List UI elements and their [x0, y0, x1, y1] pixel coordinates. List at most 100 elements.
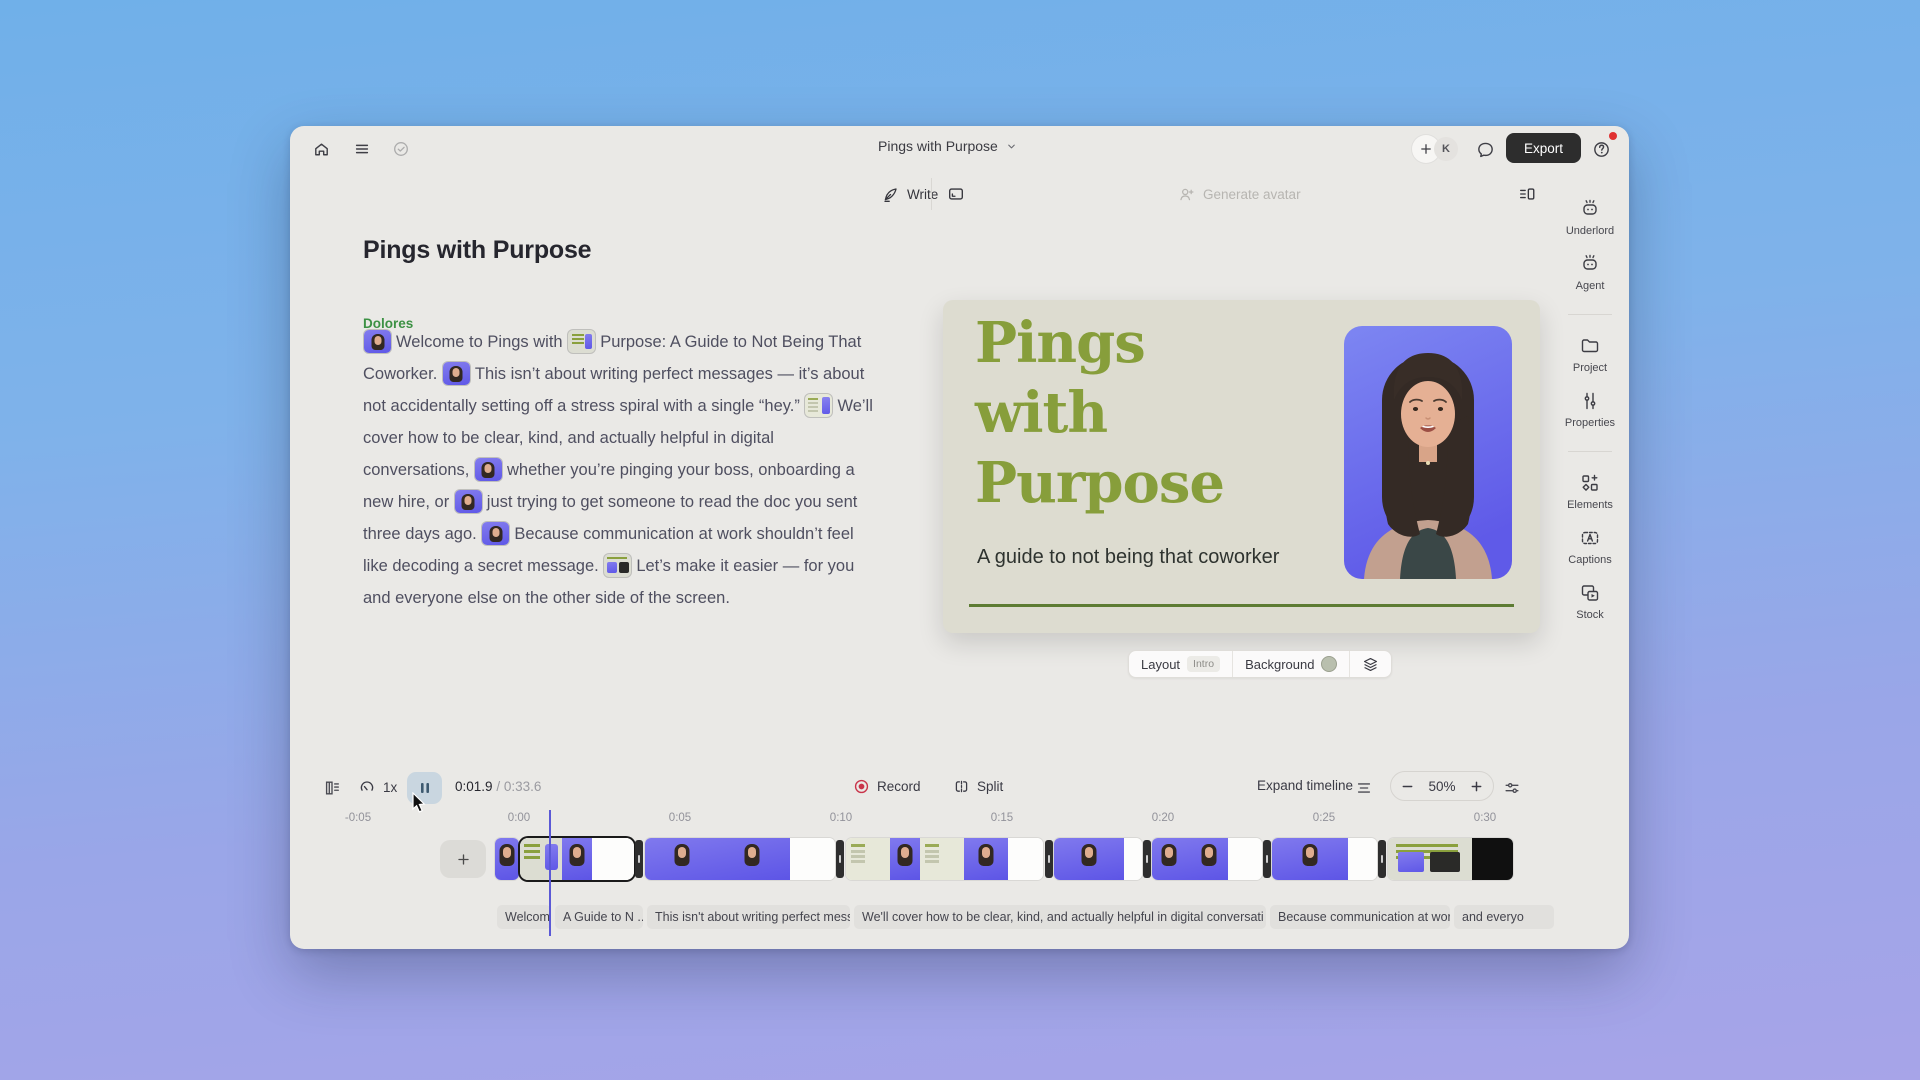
project-title: Pings with Purpose	[878, 138, 998, 154]
caption-chip[interactable]: and everyo	[1454, 905, 1554, 929]
sidebar-item-captions[interactable]: Captions	[1558, 527, 1622, 566]
sidebar-divider	[1568, 451, 1612, 452]
sidebar-item-elements[interactable]: Elements	[1558, 472, 1622, 511]
expand-timeline-button[interactable]: Expand timeline	[1257, 778, 1353, 793]
robot-icon	[1579, 198, 1601, 220]
toggle-right-panel-button[interactable]	[1518, 181, 1536, 207]
preview-underline	[969, 604, 1514, 607]
avatar-thumbnail-icon[interactable]	[443, 362, 470, 385]
clip-trim-handle[interactable]	[836, 840, 844, 878]
menu-icon[interactable]	[347, 134, 377, 164]
avatar-thumbnail-icon[interactable]	[482, 522, 509, 545]
layers-icon	[1362, 656, 1379, 673]
person-plus-icon	[1178, 186, 1195, 203]
desktop-background: Pings with Purpose K Export Write	[0, 0, 1920, 1080]
clip-trim-handle[interactable]	[1263, 840, 1271, 878]
clip-trim-handle[interactable]	[1143, 840, 1151, 878]
timeline-clip[interactable]	[495, 838, 519, 880]
timeline-clip[interactable]	[846, 838, 1043, 880]
timeline-clip[interactable]	[1054, 838, 1142, 880]
avatar-thumbnail-icon[interactable]	[475, 458, 502, 481]
sidebar-item-properties[interactable]: Properties	[1558, 390, 1622, 429]
timeline-captions: Welcom ... A Guide to N ... This isn't a…	[290, 905, 1629, 929]
caption-chip[interactable]: A Guide to N ...	[555, 905, 643, 929]
avatar-thumbnail-icon[interactable]	[455, 490, 482, 513]
caption-chip[interactable]: We'll cover how to be clear, kind, and a…	[854, 905, 1266, 929]
caption-chip[interactable]: This isn't about writing perfect messag …	[647, 905, 850, 929]
video-preview[interactable]: Pings with Purpose A guide to not being …	[943, 300, 1540, 633]
timeline-clip[interactable]	[1152, 838, 1262, 880]
speed-gauge-icon	[358, 778, 376, 796]
timecode: 0:01.9 / 0:33.6	[455, 779, 541, 794]
sidebar-item-underlord[interactable]: Underlord	[1558, 198, 1622, 237]
current-time: 0:01.9	[455, 779, 493, 794]
timeline-clip-selected[interactable]	[520, 838, 634, 880]
panel-layout-icon	[1518, 185, 1536, 203]
record-icon	[853, 778, 870, 795]
transport-bar: 1x 0:01.9 / 0:33.6 Record Split Expand t…	[290, 771, 1629, 805]
caption-chip[interactable]: Because communication at work sh	[1270, 905, 1450, 929]
timeline-zoom-control: 50%	[1390, 771, 1494, 801]
title-card-thumbnail-icon[interactable]	[568, 330, 595, 353]
plus-icon	[456, 852, 471, 867]
user-avatar[interactable]: K	[1434, 137, 1458, 161]
clip-trim-handle[interactable]	[1378, 840, 1386, 878]
avatar-thumbnail-icon[interactable]	[364, 330, 391, 353]
help-icon	[1592, 140, 1611, 159]
panel-divider	[931, 178, 932, 210]
timeline-clip[interactable]	[1272, 838, 1377, 880]
sliders-icon	[1579, 390, 1601, 412]
clip-trim-handle[interactable]	[1045, 840, 1053, 878]
chevron-down-icon	[1006, 141, 1017, 152]
mouse-cursor	[412, 792, 429, 819]
playback-speed-button[interactable]: 1x	[358, 778, 397, 796]
zoom-in-icon[interactable]	[1470, 780, 1483, 793]
notification-dot	[1609, 132, 1617, 140]
shapes-icon	[1579, 472, 1601, 494]
comments-icon[interactable]	[1470, 134, 1500, 164]
sync-status-icon	[386, 134, 416, 164]
zoom-level: 50%	[1428, 779, 1455, 794]
clip-trim-handle[interactable]	[635, 840, 643, 878]
layers-button[interactable]	[1349, 651, 1391, 677]
script-overlay-icon[interactable]	[323, 779, 341, 800]
top-bar: Pings with Purpose K Export	[290, 126, 1629, 170]
timeline-ruler[interactable]: -0:05 0:00 0:05 0:10 0:15 0:20 0:25 0:30	[290, 812, 1580, 832]
presenter-video[interactable]	[1344, 326, 1512, 579]
playhead[interactable]	[549, 810, 551, 936]
sidebar-item-project[interactable]: Project	[1558, 335, 1622, 374]
export-button[interactable]: Export	[1506, 133, 1581, 163]
split-button[interactable]: Split	[953, 778, 1003, 795]
add-scene-button[interactable]	[440, 840, 486, 878]
record-button[interactable]: Record	[853, 778, 921, 795]
timeline-settings-icon[interactable]	[1503, 779, 1521, 800]
right-sidebar: Underlord Agent Project Properties Eleme…	[1551, 170, 1629, 637]
sidebar-item-agent[interactable]: Agent	[1558, 253, 1622, 292]
script-segment[interactable]: Welcome to Pings with	[396, 333, 567, 351]
timeline-clip[interactable]	[1388, 838, 1513, 880]
tab-write[interactable]: Write	[882, 181, 938, 207]
slide-thumbnail-icon[interactable]	[805, 394, 832, 417]
captions-icon	[1579, 527, 1601, 549]
write-quill-icon	[882, 186, 899, 203]
caption-chip[interactable]: Welcom ...	[497, 905, 551, 929]
home-icon[interactable]	[306, 134, 336, 164]
scene-view-button[interactable]	[947, 181, 965, 207]
sidebar-divider	[1568, 314, 1612, 315]
background-button[interactable]: Background	[1232, 651, 1349, 677]
frame-icon	[947, 185, 965, 203]
timeline-clip[interactable]	[645, 838, 835, 880]
zoom-out-icon[interactable]	[1401, 780, 1414, 793]
outro-thumbnail-icon[interactable]	[604, 554, 631, 577]
robot-icon	[1579, 253, 1601, 275]
layout-button[interactable]: Layout Intro	[1129, 651, 1232, 677]
help-button[interactable]	[1586, 134, 1616, 164]
script-heading[interactable]: Pings with Purpose	[363, 236, 591, 265]
split-icon	[953, 778, 970, 795]
sidebar-item-stock[interactable]: Stock	[1558, 582, 1622, 621]
generate-avatar-button[interactable]: Generate avatar	[1178, 181, 1301, 207]
project-title-menu[interactable]: Pings with Purpose	[878, 138, 1017, 154]
script-editor[interactable]: Welcome to Pings with Purpose: A Guide t…	[363, 326, 875, 614]
timeline-tracks-icon[interactable]	[1355, 779, 1373, 800]
invite-collaborators[interactable]: K	[1412, 135, 1458, 163]
